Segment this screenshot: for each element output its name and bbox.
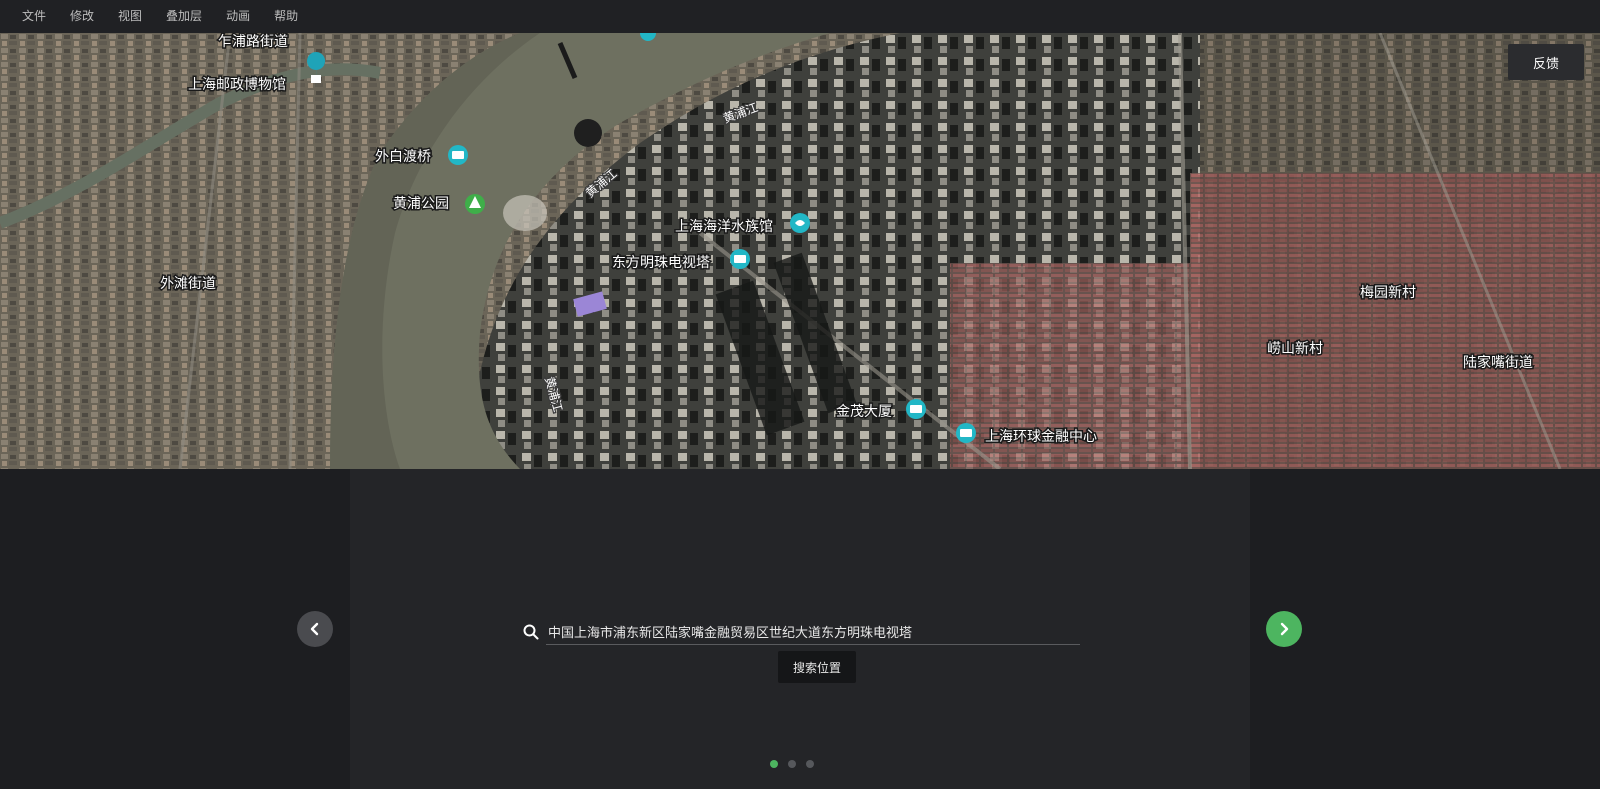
- satellite-map[interactable]: 乍浦路街道 上海邮政博物馆 外白渡桥 黄浦公园 外滩街道 上海海洋水族馆 东方明…: [0, 33, 1600, 469]
- page-dot-1[interactable]: [770, 760, 778, 768]
- map-label-waibaidu: 外白渡桥: [375, 149, 431, 165]
- search-row: [520, 619, 1080, 645]
- camera-pin-icon[interactable]: [730, 249, 750, 269]
- menu-animation[interactable]: 动画: [214, 0, 262, 33]
- menu-bar: 文件 修改 视图 叠加层 动画 帮助: [0, 0, 1600, 33]
- page-dot-2[interactable]: [788, 760, 796, 768]
- map-label-lujiazui: 陆家嘴街道: [1463, 354, 1533, 371]
- menu-view[interactable]: 视图: [106, 0, 154, 33]
- search-location-button[interactable]: 搜索位置: [778, 651, 856, 683]
- feedback-button[interactable]: 反馈: [1508, 44, 1584, 80]
- camera-pin-icon[interactable]: [906, 399, 926, 419]
- map-label-aquarium: 上海海洋水族馆: [675, 219, 773, 235]
- chevron-left-icon: [310, 622, 319, 636]
- location-search-input[interactable]: [546, 619, 1080, 645]
- map-label-jinmao: 金茂大厦: [836, 403, 892, 420]
- map-label-post-museum: 上海邮政博物馆: [188, 76, 286, 93]
- tour-panel-area: 搜索位置: [0, 469, 1600, 789]
- map-label-waitan: 外滩街道: [160, 276, 216, 292]
- menu-help[interactable]: 帮助: [262, 0, 310, 33]
- pagination-dots: [770, 760, 814, 768]
- search-icon: [520, 621, 542, 643]
- next-button[interactable]: [1266, 611, 1302, 647]
- page-dot-3[interactable]: [806, 760, 814, 768]
- camera-pin-icon[interactable]: [956, 423, 976, 443]
- map-label-pearl-tower: 东方明珠电视塔: [612, 255, 710, 271]
- camera-pin-icon[interactable]: [448, 145, 468, 165]
- map-label-meiyuan: 梅园新村: [1360, 285, 1416, 301]
- menu-overlay[interactable]: 叠加层: [154, 0, 214, 33]
- map-label-swfc: 上海环球金融中心: [985, 429, 1097, 445]
- menu-edit[interactable]: 修改: [58, 0, 106, 33]
- map-label-huangpu-park: 黄浦公园: [393, 195, 449, 212]
- chevron-right-icon: [1280, 622, 1289, 636]
- menu-file[interactable]: 文件: [10, 0, 58, 33]
- map-imagery: 乍浦路街道 上海邮政博物馆 外白渡桥 黄浦公园 外滩街道 上海海洋水族馆 东方明…: [0, 33, 1600, 469]
- park-pin-icon[interactable]: [465, 194, 485, 214]
- previous-button[interactable]: [297, 611, 333, 647]
- aquarium-pin-icon[interactable]: [790, 213, 810, 233]
- map-label-zhapu: 乍浦路街道: [218, 34, 288, 50]
- map-label-laoshan: 崂山新村: [1267, 341, 1323, 357]
